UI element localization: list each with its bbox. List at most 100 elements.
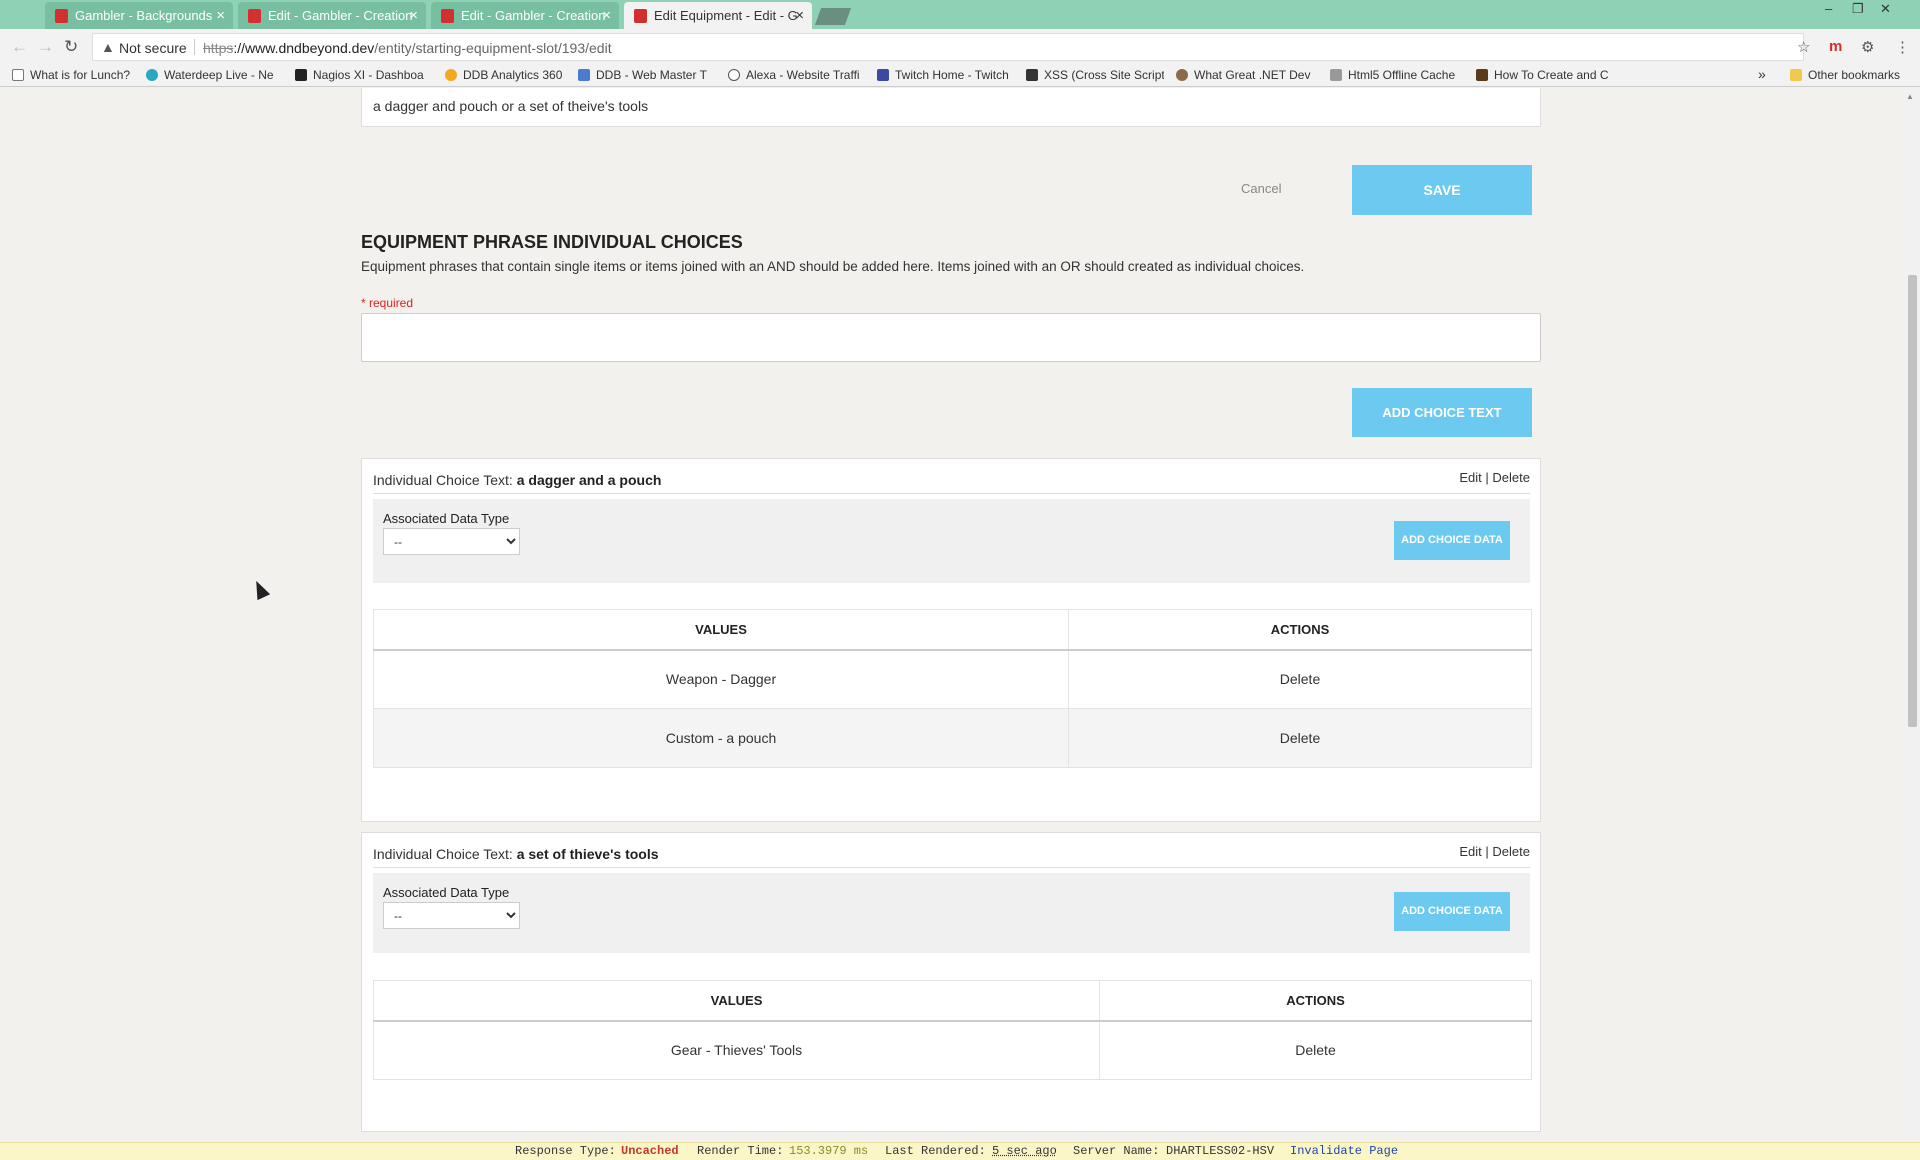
delete-link[interactable]: Delete <box>1099 1020 1532 1080</box>
address-toolbar: ← → ↻ ▲ Not secure https://www.dndbeyond… <box>0 29 1920 65</box>
url-protocol: https <box>203 40 234 56</box>
new-tab-button[interactable] <box>814 8 852 25</box>
table-row: Weapon - Dagger Delete <box>373 649 1532 709</box>
browser-tab[interactable]: Edit - Gambler - Creation × <box>431 2 619 29</box>
add-choice-data-button[interactable]: ADD CHOICE DATA <box>1394 521 1510 560</box>
browser-tab-strip: Gambler - Backgrounds × Edit - Gambler -… <box>0 0 1920 29</box>
invalidate-page-link[interactable]: Invalidate Page <box>1290 1143 1398 1160</box>
restore-icon[interactable]: ❐ <box>1852 0 1864 18</box>
url-path: /entity/starting-equipment-slot/193/edit <box>374 40 612 56</box>
browser-tab[interactable]: Edit - Gambler - Creation × <box>238 2 426 29</box>
delete-link[interactable]: Delete <box>1068 708 1532 768</box>
delete-link[interactable]: Delete <box>1068 649 1532 709</box>
value-cell: Custom - a pouch <box>373 708 1069 768</box>
section-description: Equipment phrases that contain single it… <box>361 259 1305 274</box>
bookmarks-bar: What is for Lunch? Waterdeep Live - Ne N… <box>0 65 1920 87</box>
scroll-up-icon[interactable]: ▲ <box>1906 92 1914 101</box>
settings-gear-icon[interactable]: ⚙ <box>1861 38 1874 56</box>
bookmark[interactable]: XSS (Cross Site Script <box>1026 68 1164 82</box>
bookmark[interactable]: DDB Analytics 360 <box>445 68 578 82</box>
address-bar[interactable]: ▲ Not secure https://www.dndbeyond.dev/e… <box>92 33 1804 61</box>
browser-tab-active[interactable]: Edit Equipment - Edit - G × <box>624 2 812 29</box>
separator: | <box>1485 844 1489 859</box>
choice-card: Individual Choice Text: a set of thieve'… <box>361 832 1541 1132</box>
table-row: Custom - a pouch Delete <box>373 708 1532 768</box>
choice-actions: Edit | Delete <box>1459 844 1530 859</box>
equipment-phrase-field[interactable]: a dagger and pouch or a set of theive's … <box>361 88 1541 127</box>
html5-icon <box>1330 69 1342 81</box>
divider <box>373 493 1530 494</box>
warning-icon[interactable]: ▲ <box>101 39 115 55</box>
close-tab-icon[interactable]: × <box>409 2 418 29</box>
choice-actions: Edit | Delete <box>1459 470 1530 485</box>
values-table: VALUES ACTIONS Gear - Thieves' Tools Del… <box>373 980 1532 1080</box>
cancel-link[interactable]: Cancel <box>1241 181 1281 196</box>
bookmark[interactable]: DDB - Web Master T <box>578 68 714 82</box>
close-tab-icon[interactable]: × <box>795 2 804 29</box>
debug-status-bar: Response Type: Uncached Render Time: 153… <box>0 1142 1920 1160</box>
alexa-icon <box>728 69 740 81</box>
bookmark[interactable]: What Great .NET Dev <box>1176 68 1313 82</box>
delete-link[interactable]: Delete <box>1492 844 1530 859</box>
associated-data-panel: Associated Data Type -- ADD CHOICE DATA <box>373 499 1530 583</box>
add-choice-text-button[interactable]: ADD CHOICE TEXT <box>1352 388 1532 437</box>
tab-title: Edit - Gambler - Creation <box>461 8 606 23</box>
bookmark[interactable]: Nagios XI - Dashboa <box>295 68 431 82</box>
associated-data-panel: Associated Data Type -- ADD CHOICE DATA <box>373 873 1530 953</box>
last-rendered-value: 5 sec ago <box>992 1144 1057 1158</box>
add-choice-data-button[interactable]: ADD CHOICE DATA <box>1394 892 1510 931</box>
extension-icon[interactable]: m <box>1829 38 1842 55</box>
bookmark[interactable]: What is for Lunch? <box>12 68 140 82</box>
server-name-label: Server Name: <box>1073 1144 1160 1158</box>
reload-icon[interactable]: ↻ <box>64 37 78 57</box>
scrollbar-thumb[interactable] <box>1908 275 1917 727</box>
save-button[interactable]: SAVE <box>1352 165 1532 215</box>
render-time-value: 153.3979 ms <box>789 1144 869 1158</box>
security-label[interactable]: Not secure <box>119 40 187 56</box>
chrome-menu-icon[interactable]: ⋮ <box>1895 38 1910 56</box>
bookmarks-overflow-icon[interactable]: » <box>1758 66 1766 82</box>
associated-data-type-select[interactable]: -- <box>383 902 520 929</box>
close-tab-icon[interactable]: × <box>602 2 611 29</box>
back-icon[interactable]: ← <box>11 37 28 57</box>
twitch-icon <box>877 69 889 81</box>
section-title: EQUIPMENT PHRASE INDIVIDUAL CHOICES <box>361 232 743 252</box>
choice-text-input[interactable] <box>361 313 1541 362</box>
bookmark-star-icon[interactable]: ☆ <box>1797 38 1810 56</box>
page-content: a dagger and pouch or a set of theive's … <box>0 88 1905 1142</box>
url-text[interactable]: https://www.dndbeyond.dev/entity/startin… <box>203 40 612 56</box>
analytics-icon <box>445 69 457 81</box>
bookmark[interactable]: Html5 Offline Cache <box>1330 68 1460 82</box>
separator: | <box>1485 470 1489 485</box>
browser-tab[interactable]: Gambler - Backgrounds × <box>45 2 233 29</box>
folder-icon <box>1790 69 1802 81</box>
choice-title: Individual Choice Text: a dagger and a p… <box>373 472 662 488</box>
column-header-values: VALUES <box>373 609 1069 651</box>
server-name-value: DHARTLESS02-HSV <box>1166 1144 1275 1158</box>
mouse-cursor-icon <box>249 577 271 601</box>
forward-icon[interactable]: → <box>37 37 54 57</box>
url-divider <box>194 39 195 55</box>
edit-link[interactable]: Edit <box>1459 470 1481 485</box>
edit-link[interactable]: Edit <box>1459 844 1481 859</box>
associated-data-type-select[interactable]: -- <box>383 528 520 555</box>
close-window-icon[interactable]: ✕ <box>1880 0 1891 18</box>
table-row: Gear - Thieves' Tools Delete <box>373 1020 1532 1080</box>
required-label: * required <box>361 296 414 310</box>
divider <box>373 867 1530 868</box>
ddb-favicon-icon <box>55 9 68 23</box>
nagios-icon <box>295 69 307 81</box>
bookmark[interactable]: Alexa - Website Traffi <box>728 68 864 82</box>
value-cell: Weapon - Dagger <box>373 649 1069 709</box>
page-icon <box>12 69 24 81</box>
choice-title-value: a dagger and a pouch <box>516 472 662 488</box>
delete-link[interactable]: Delete <box>1492 470 1530 485</box>
other-bookmarks[interactable]: Other bookmarks <box>1790 68 1900 82</box>
close-tab-icon[interactable]: × <box>216 2 225 29</box>
bookmark[interactable]: Twitch Home - Twitch <box>877 68 1012 82</box>
equipment-phrase-value: a dagger and pouch or a set of theive's … <box>373 98 649 114</box>
ddb-favicon-icon <box>248 9 261 23</box>
bookmark[interactable]: Waterdeep Live - Ne <box>146 68 281 82</box>
bookmark[interactable]: How To Create and C <box>1476 68 1615 82</box>
minimize-icon[interactable]: – <box>1825 0 1832 18</box>
